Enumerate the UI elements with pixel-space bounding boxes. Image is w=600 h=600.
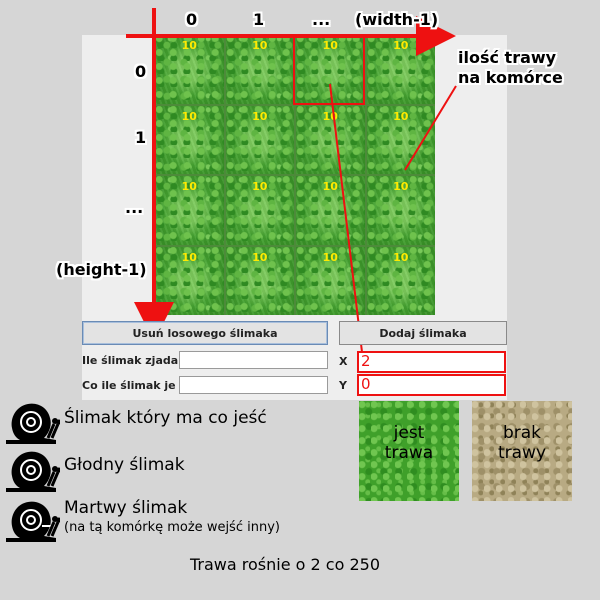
y-label: Y <box>339 379 347 392</box>
grass-label-pointer <box>404 85 457 171</box>
eat-interval-input[interactable] <box>179 376 328 394</box>
x-label: X <box>339 355 348 368</box>
interval-label: Co ile ślimak je <box>82 379 176 392</box>
x-input[interactable]: 2 <box>357 351 506 373</box>
legend-dead-note: (na tą komórkę może wejść inny) <box>64 520 280 535</box>
no-grass-swatch: brak trawy <box>472 401 572 501</box>
legend-dead-snail: Martwy ślimak <box>64 498 188 518</box>
cell-pointer-line <box>329 83 363 353</box>
grass-growth-info: Trawa rośnie o 2 co 250 <box>190 555 380 574</box>
no-grass-swatch-label: brak trawy <box>497 423 547 463</box>
grass-swatch-label: jest trawa <box>384 423 434 463</box>
col-label: (width-1) <box>355 10 439 29</box>
col-label: 1 <box>253 10 265 29</box>
row-label: 1 <box>135 128 147 147</box>
y-input[interactable]: 0 <box>357 374 506 396</box>
row-label: ... <box>125 198 144 217</box>
grass-swatch: jest trawa <box>359 401 459 501</box>
eats-amount-input[interactable] <box>179 351 328 369</box>
legend-hungry-snail: Głodny ślimak <box>64 455 185 475</box>
legend-fed-snail: Ślimak który ma co jeść <box>64 408 267 428</box>
add-snail-button[interactable]: Dodaj ślimaka <box>339 321 507 345</box>
eats-label: Ile ślimak zjada <box>82 354 179 367</box>
hungry-snail-icon <box>6 451 60 492</box>
col-label: 0 <box>186 10 198 29</box>
row-label: (height-1) <box>56 260 147 279</box>
snail-icon <box>6 403 60 444</box>
highlighted-cell <box>293 36 365 105</box>
remove-random-snail-button[interactable]: Usuń losowego ślimaka <box>82 321 328 345</box>
dead-snail-icon <box>6 501 60 542</box>
col-label: ... <box>312 10 331 29</box>
grass-amount-annotation: ilość trawy na komórce <box>458 48 563 87</box>
row-label: 0 <box>135 62 147 81</box>
